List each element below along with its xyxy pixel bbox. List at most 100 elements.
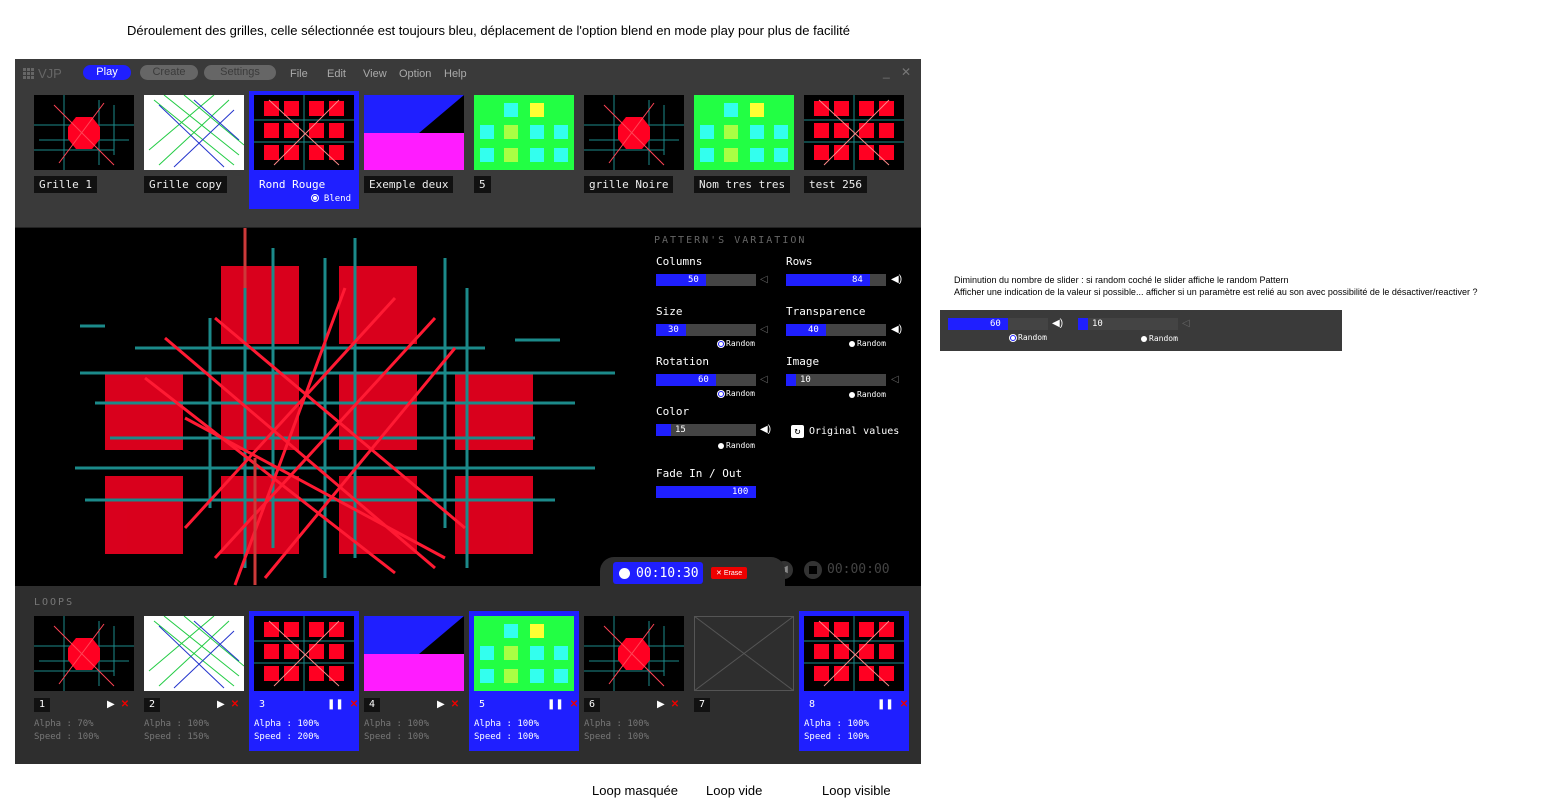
loop-card[interactable]: 5 ❚❚ ✕ Alpha : 100% Speed : 100%: [469, 611, 579, 751]
play-icon[interactable]: ▶: [657, 699, 665, 710]
play-mode-button[interactable]: Play: [83, 65, 131, 80]
loop-empty-caption: Loop vide: [706, 783, 763, 798]
image-label: Image: [786, 355, 820, 368]
close-icon[interactable]: ✕: [570, 699, 578, 710]
stop-button[interactable]: [804, 561, 822, 579]
rows-sound-icon[interactable]: ◀): [891, 274, 902, 285]
rotation-random-toggle[interactable]: Random: [718, 389, 755, 398]
menu-option[interactable]: Option: [399, 68, 431, 80]
erase-button[interactable]: ✕ Erase: [711, 567, 748, 579]
color-sound-icon[interactable]: ◀): [760, 424, 771, 435]
play-icon[interactable]: ▶: [437, 699, 445, 710]
pause-icon[interactable]: ❚❚: [327, 699, 344, 710]
columns-sound-icon[interactable]: ◁: [760, 274, 768, 285]
close-icon[interactable]: ✕: [350, 699, 358, 710]
loop-number: 4: [364, 698, 380, 712]
menu-file[interactable]: File: [290, 68, 308, 80]
grid-thumbnail[interactable]: [254, 95, 354, 170]
grid-card[interactable]: Grille copy: [139, 91, 249, 209]
menu-edit[interactable]: Edit: [327, 68, 346, 80]
grid-thumbnail[interactable]: [804, 95, 904, 170]
close-icon[interactable]: ✕: [231, 699, 239, 710]
grid-card[interactable]: Grille 1: [29, 91, 139, 209]
fade-label: Fade In / Out: [656, 467, 743, 480]
grid-thumbnail[interactable]: [34, 95, 134, 170]
loop-card[interactable]: 4 ▶ ✕ Alpha : 100% Speed : 100%: [359, 611, 469, 751]
loop-card[interactable]: 8 ❚❚ ✕ Alpha : 100% Speed : 100%: [799, 611, 909, 751]
loop-alpha: Alpha : 100%: [254, 719, 320, 729]
rows-slider[interactable]: 84: [786, 274, 886, 286]
blend-toggle[interactable]: Blend: [312, 194, 351, 204]
grid-thumbnail[interactable]: [144, 95, 244, 170]
menu-view[interactable]: View: [363, 68, 387, 80]
loop-thumbnail[interactable]: [144, 616, 244, 691]
image-sound-icon[interactable]: ◁: [891, 374, 899, 385]
loop-controls: ❚❚ ✕: [877, 699, 908, 710]
color-slider[interactable]: 15: [656, 424, 756, 436]
pause-icon[interactable]: ❚❚: [547, 699, 564, 710]
loop-number: 6: [584, 698, 600, 712]
grid-card[interactable]: 5: [469, 91, 579, 209]
play-icon[interactable]: ▶: [217, 699, 225, 710]
loop-thumbnail[interactable]: [254, 616, 354, 691]
grid-card[interactable]: test 256: [799, 91, 909, 209]
demo-slider-a[interactable]: 60: [948, 318, 1048, 330]
play-icon[interactable]: ▶: [107, 699, 115, 710]
rotation-sound-icon[interactable]: ◁: [760, 374, 768, 385]
rotation-slider[interactable]: 60: [656, 374, 756, 386]
close-icon[interactable]: ✕: [671, 699, 679, 710]
window-controls[interactable]: _ ✕: [883, 65, 915, 79]
create-mode-button[interactable]: Create: [140, 65, 198, 80]
demo-slider-a-sound-icon[interactable]: ◀): [1052, 318, 1063, 329]
grid-card[interactable]: Exemple deux: [359, 91, 469, 209]
loop-thumbnail[interactable]: [474, 616, 574, 691]
record-button[interactable]: 00:10:30: [613, 562, 703, 584]
loop-thumbnail[interactable]: [584, 616, 684, 691]
playback-time: 00:00:00: [827, 562, 890, 577]
size-sound-icon[interactable]: ◁: [760, 324, 768, 335]
grid-thumbnail[interactable]: [364, 95, 464, 170]
grid-thumbnail[interactable]: [584, 95, 684, 170]
transparence-slider[interactable]: 40: [786, 324, 886, 336]
loop-card[interactable]: 6 ▶ ✕ Alpha : 100% Speed : 100%: [579, 611, 689, 751]
loop-thumbnail[interactable]: [34, 616, 134, 691]
demo-slider-b[interactable]: 10: [1078, 318, 1178, 330]
image-slider[interactable]: 10: [786, 374, 886, 386]
grid-card[interactable]: Nom tres tres: [689, 91, 799, 209]
demo-slider-b-sound-icon[interactable]: ◁: [1182, 318, 1190, 329]
loop-stats: Alpha : 100% Speed : 100%: [804, 718, 869, 744]
fade-slider[interactable]: 100: [656, 486, 756, 498]
loop-visible-caption: Loop visible: [822, 783, 891, 798]
grid-card[interactable]: Rond Rouge Blend: [249, 91, 359, 209]
color-random-toggle[interactable]: Random: [718, 441, 755, 450]
pause-icon[interactable]: ❚❚: [877, 699, 894, 710]
loop-thumbnail[interactable]: [804, 616, 904, 691]
close-icon[interactable]: ✕: [900, 699, 908, 710]
loop-card[interactable]: 7: [689, 611, 799, 751]
grid-card[interactable]: grille Noire: [579, 91, 689, 209]
original-values-button[interactable]: ↻ Original values: [791, 425, 899, 438]
color-slider-fill: [656, 424, 671, 436]
menu-help[interactable]: Help: [444, 68, 467, 80]
loop-card[interactable]: 1 ▶ ✕ Alpha : 70% Speed : 100%: [29, 611, 139, 751]
grid-thumbnail[interactable]: [474, 95, 574, 170]
loop-card[interactable]: 3 ❚❚ ✕ Alpha : 100% Speed : 200%: [249, 611, 359, 751]
loop-card[interactable]: 2 ▶ ✕ Alpha : 100% Speed : 150%: [139, 611, 249, 751]
app-logo-text: VJP: [38, 66, 62, 81]
image-random-toggle[interactable]: Random: [849, 390, 886, 399]
transparence-sound-icon[interactable]: ◀): [891, 324, 902, 335]
loop-number: 1: [34, 698, 50, 712]
loop-thumbnail[interactable]: [694, 616, 794, 691]
demo-b-random-toggle[interactable]: Random: [1141, 334, 1178, 343]
demo-a-random-toggle[interactable]: Random: [1010, 333, 1047, 342]
close-icon[interactable]: ✕: [451, 699, 459, 710]
loop-thumbnail[interactable]: [364, 616, 464, 691]
close-icon[interactable]: ✕: [121, 699, 129, 710]
settings-mode-button[interactable]: Settings: [204, 65, 276, 80]
size-random-label: Random: [726, 339, 755, 348]
transparence-random-toggle[interactable]: Random: [849, 339, 886, 348]
size-random-toggle[interactable]: Random: [718, 339, 755, 348]
columns-slider[interactable]: 50: [656, 274, 756, 286]
grid-thumbnail[interactable]: [694, 95, 794, 170]
size-slider[interactable]: 30: [656, 324, 756, 336]
